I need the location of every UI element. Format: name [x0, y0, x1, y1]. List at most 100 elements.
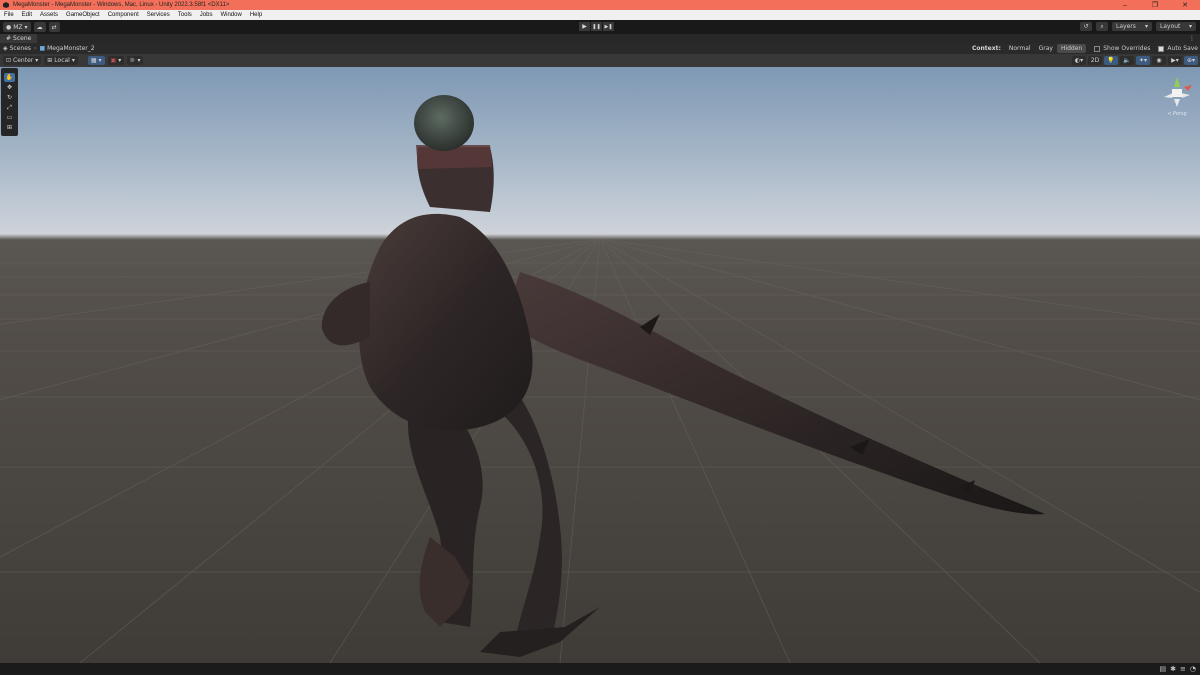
scene-viewport[interactable]: ≺ Persp: [0, 67, 1200, 663]
search-icon: ⌕: [1100, 22, 1104, 30]
hidden-objects-toggle[interactable]: ◉: [1152, 56, 1166, 65]
gizmos-dropdown[interactable]: ⊕▾: [1184, 56, 1198, 65]
snap-icon: ▣: [110, 57, 117, 64]
chevron-down-icon: ▾: [98, 57, 102, 64]
tab-scene[interactable]: # Scene: [0, 34, 38, 43]
chevron-down-icon: ▾: [35, 57, 39, 64]
effects-dropdown[interactable]: ✦▾: [1136, 56, 1150, 65]
scale-tool-button[interactable]: ⤢: [4, 103, 15, 112]
context-option-normal[interactable]: Normal: [1005, 44, 1035, 53]
scene-render: [0, 95, 1200, 663]
grid-icon: ▦: [90, 57, 97, 64]
main-toolbar: ● MZ ▾ ☁ ⇄ ▶ ❚❚ ▶❚ ↺ ⌕ Layers ▾ Layout ▾: [0, 20, 1200, 34]
play-controls: ▶ ❚❚ ▶❚: [579, 22, 615, 31]
menu-assets[interactable]: Assets: [36, 12, 62, 18]
play-button[interactable]: ▶: [579, 22, 590, 31]
layout-dropdown[interactable]: Layout ▾: [1156, 22, 1196, 31]
prefab-breadcrumb-bar: ◈ Scenes › ■ MegaMonster_2 Context: Norm…: [0, 43, 1200, 54]
effects-icon: ✦▾: [1138, 57, 1148, 64]
pivot-rotation-dropdown[interactable]: ⊞ Local ▾: [44, 56, 78, 65]
rect-tool-button[interactable]: ▭: [4, 113, 15, 122]
breadcrumb-separator-icon: ›: [34, 45, 37, 52]
step-button[interactable]: ▶❚: [603, 22, 614, 31]
projection-label[interactable]: ≺ Persp: [1158, 111, 1196, 117]
context-option-hidden[interactable]: Hidden: [1056, 44, 1087, 53]
bug-icon[interactable]: ✱: [1170, 665, 1176, 673]
menu-help[interactable]: Help: [246, 12, 266, 18]
menu-component[interactable]: Component: [104, 12, 143, 18]
menu-services[interactable]: Services: [143, 12, 174, 18]
camera-icon: ▶▾: [1171, 57, 1179, 64]
audio-toggle[interactable]: 🔈: [1120, 56, 1134, 65]
move-icon: ✥: [6, 84, 13, 91]
toggle-2d-button[interactable]: 2D: [1088, 56, 1102, 65]
transform-tool-button[interactable]: ⊞: [4, 123, 15, 132]
snap-increment-dropdown[interactable]: ▣ ▾: [107, 56, 125, 65]
unity-app-icon: [3, 2, 9, 8]
breadcrumb-prefab[interactable]: ■ MegaMonster_2: [39, 45, 94, 52]
transform-icon: ⊞: [6, 124, 13, 131]
chevron-down-icon: ▾: [24, 23, 28, 31]
breadcrumb-scenes[interactable]: ◈ Scenes: [3, 45, 31, 52]
breadcrumb-root-label: Scenes: [9, 45, 32, 52]
tab-menu-icon[interactable]: ⋮: [1189, 35, 1195, 42]
console-icon[interactable]: ▤: [1160, 665, 1167, 673]
breadcrumb-current-label: MegaMonster_2: [47, 45, 95, 52]
minimize-button[interactable]: –: [1110, 0, 1140, 10]
draw-mode-dropdown[interactable]: ◐▾: [1072, 56, 1086, 65]
move-tool-button[interactable]: ✥: [4, 83, 15, 92]
pause-icon: ❚❚: [592, 23, 601, 30]
rotate-tool-button[interactable]: ↻: [4, 93, 15, 102]
window-title: MegaMonster - MegaMonster - Windows, Mac…: [13, 2, 230, 8]
scene-tab-row: # Scene ⋮: [0, 34, 1200, 43]
mode-2d-label: 2D: [1090, 57, 1100, 64]
chevron-down-icon: ▾: [71, 57, 75, 64]
collab-button[interactable]: ⇄: [48, 22, 60, 32]
auto-save-label: Auto Save: [1167, 45, 1198, 52]
monster-model: [321, 95, 1045, 657]
menu-file[interactable]: File: [0, 12, 18, 18]
grid-snap-dropdown[interactable]: ▦ ▾: [87, 56, 105, 65]
account-label: MZ: [13, 23, 23, 31]
history-button[interactable]: ↺: [1080, 22, 1092, 31]
chevron-down-icon: ▾: [137, 57, 141, 64]
lighting-toggle[interactable]: 💡: [1104, 56, 1118, 65]
show-overrides-checkbox[interactable]: [1094, 45, 1101, 52]
context-option-gray[interactable]: Gray: [1035, 44, 1057, 53]
ground-grid: [0, 238, 1200, 663]
local-icon: ⊞: [47, 57, 53, 64]
auto-save-checkbox[interactable]: [1158, 45, 1165, 52]
menu-jobs[interactable]: Jobs: [196, 12, 217, 18]
rect-icon: ▭: [6, 114, 13, 121]
pivot-position-dropdown[interactable]: ⊡ Center ▾: [3, 56, 42, 65]
progress-icon[interactable]: ◔: [1190, 665, 1196, 673]
hand-tool-button[interactable]: ✋: [4, 73, 15, 82]
layers-dropdown[interactable]: Layers ▾: [1112, 22, 1152, 31]
cache-icon[interactable]: ≡: [1180, 665, 1186, 673]
collab-icon: ⇄: [51, 23, 57, 31]
increment-snap-dropdown[interactable]: ⊪ ▾: [127, 56, 144, 65]
eye-icon: ◉: [1156, 57, 1162, 64]
menu-bar: File Edit Assets GameObject Component Se…: [0, 10, 1200, 20]
chevron-down-icon: ▾: [1188, 23, 1192, 30]
close-button[interactable]: ✕: [1170, 0, 1200, 10]
menu-window[interactable]: Window: [216, 12, 245, 18]
cloud-button[interactable]: ☁: [33, 22, 46, 32]
orientation-gizmo[interactable]: ≺ Persp: [1158, 75, 1196, 117]
menu-edit[interactable]: Edit: [18, 12, 36, 18]
toolbar-right: ↺ ⌕ Layers ▾ Layout ▾: [1076, 22, 1196, 31]
step-icon: ▶❚: [604, 23, 613, 30]
menu-gameobject[interactable]: GameObject: [62, 12, 104, 18]
history-icon: ↺: [1083, 23, 1089, 30]
status-bar: ▤ ✱ ≡ ◔: [0, 663, 1200, 675]
search-button[interactable]: ⌕: [1096, 22, 1108, 31]
camera-settings-dropdown[interactable]: ▶▾: [1168, 56, 1182, 65]
account-dropdown[interactable]: ● MZ ▾: [3, 22, 31, 32]
gizmos-icon: ⊕▾: [1186, 57, 1196, 64]
menu-tools[interactable]: Tools: [174, 12, 196, 18]
pause-button[interactable]: ❚❚: [591, 22, 602, 31]
scene-tab-label: Scene: [13, 35, 32, 42]
scene-tab-icon: #: [6, 35, 12, 42]
context-controls: Context: Normal Gray Hidden Show Overrid…: [972, 44, 1198, 53]
maximize-button[interactable]: ❐: [1140, 0, 1170, 10]
